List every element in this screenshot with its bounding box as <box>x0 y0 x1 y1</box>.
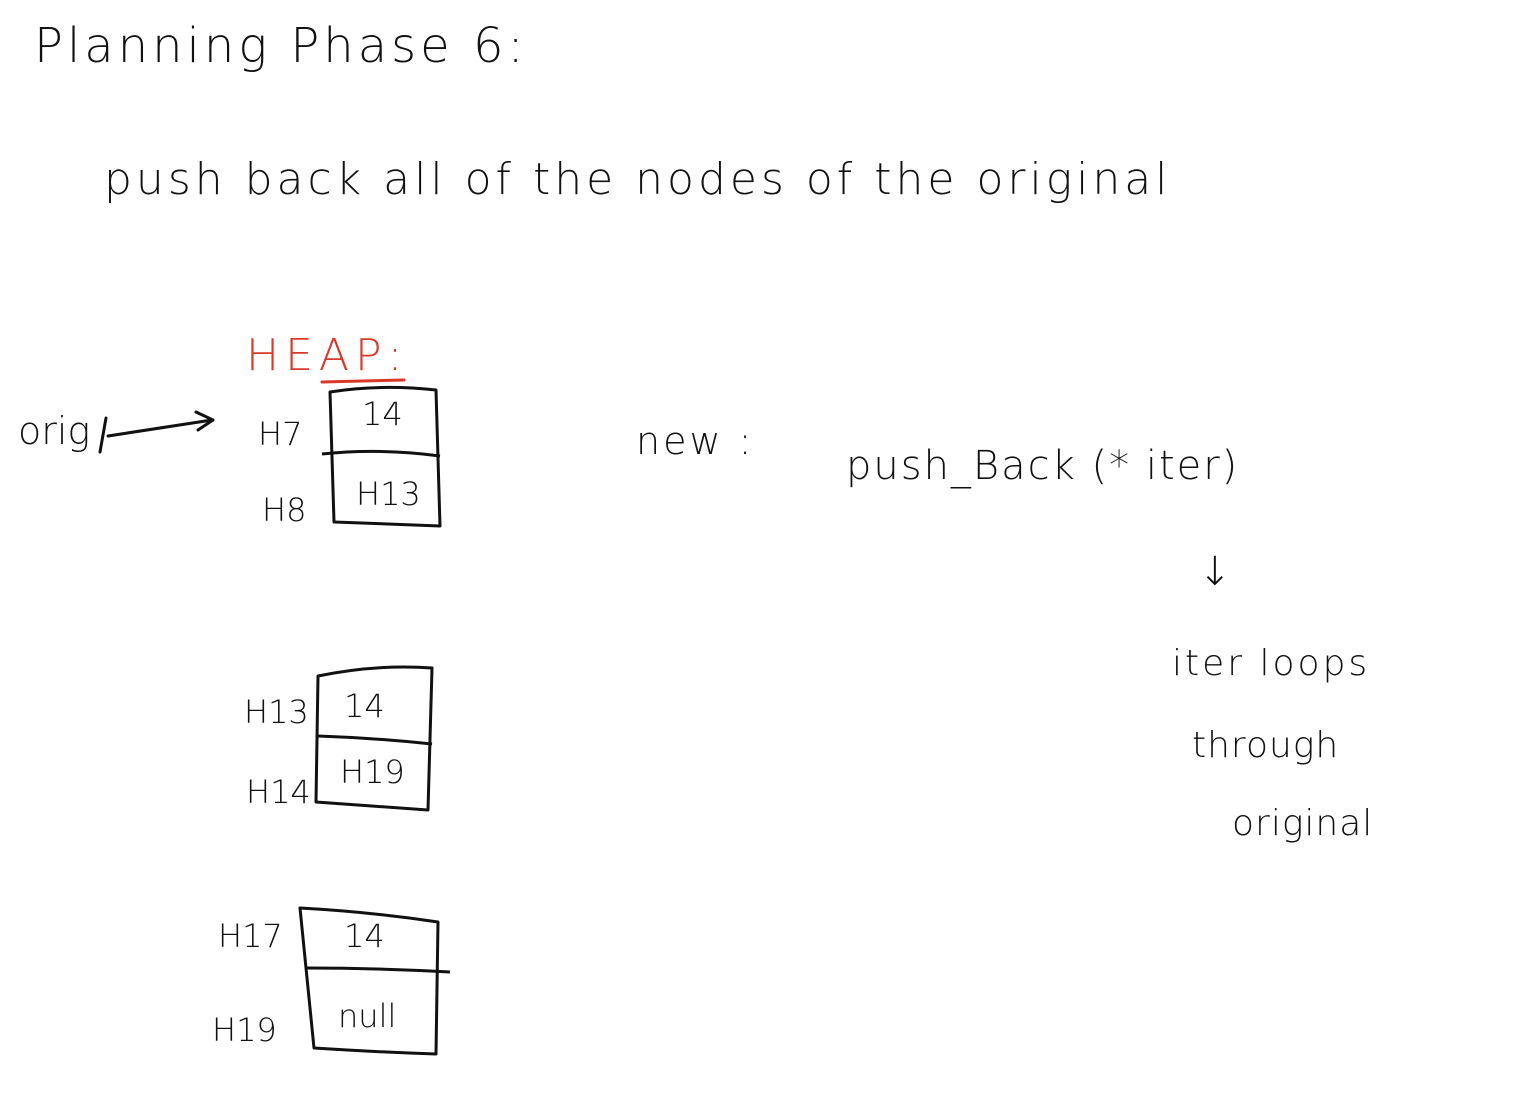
node-address-top: H17 <box>218 917 283 955</box>
node-value: 14 <box>344 917 385 955</box>
new-list-label: new : <box>636 419 755 463</box>
note-line: original <box>1232 803 1374 844</box>
push-back-call: push_Back (* iter) <box>846 443 1240 489</box>
node-address-bottom: H19 <box>212 1011 277 1049</box>
node-next: null <box>338 997 397 1035</box>
note-line: iter loops <box>1172 643 1371 684</box>
note-line: through <box>1192 725 1340 766</box>
whiteboard-canvas: Planning Phase 6: push back all of the n… <box>0 0 1535 1102</box>
down-arrow-icon: ↓ <box>1198 549 1232 595</box>
